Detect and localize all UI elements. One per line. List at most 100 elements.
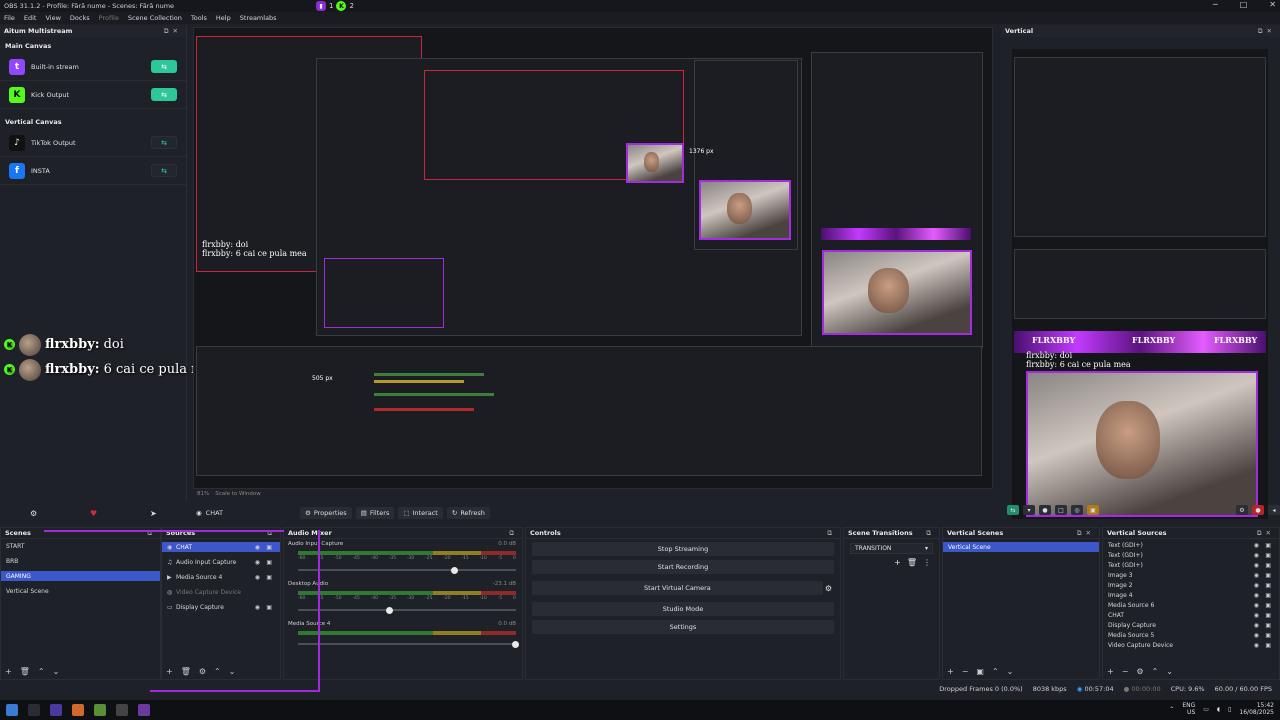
- stop-streaming-button[interactable]: Stop Streaming: [532, 542, 834, 556]
- volume-slider[interactable]: [298, 640, 519, 648]
- eye-icon[interactable]: ◉: [1254, 552, 1259, 559]
- vertical-source-item[interactable]: Text (GDI+) ◉ ▣: [1103, 540, 1279, 550]
- vertical-source-item[interactable]: Image 3 ◉ ▣: [1103, 570, 1279, 580]
- gear-icon[interactable]: ⚙: [1236, 505, 1248, 515]
- source-item-audio[interactable]: ♫ Audio Input Capture ◉ ▣: [162, 557, 280, 567]
- close-button[interactable]: ✕: [1269, 0, 1276, 9]
- dock-controls-icon[interactable]: ⧉✕: [1077, 529, 1095, 538]
- menu-streamlabs[interactable]: Streamlabs: [240, 14, 277, 22]
- chevron-up-icon[interactable]: ⌃: [214, 667, 221, 676]
- app-icon[interactable]: [138, 704, 150, 716]
- zoom-level[interactable]: 81%: [197, 491, 209, 497]
- vertical-source-item[interactable]: CHAT ◉ ▣: [1103, 610, 1279, 620]
- add-icon[interactable]: +: [1107, 667, 1114, 676]
- vertical-preview-canvas[interactable]: FLRXBBY FLRXBBY FLRXBBY flrxbby: doi flr…: [1012, 49, 1268, 519]
- menu-docks[interactable]: Docks: [70, 14, 90, 22]
- lock-icon[interactable]: ▣: [1265, 562, 1271, 569]
- volume-slider[interactable]: [298, 606, 516, 614]
- lock-icon[interactable]: ▣: [1265, 612, 1271, 619]
- vertical-source-item[interactable]: Text (GDI+) ◉ ▣: [1103, 560, 1279, 570]
- replay-icon[interactable]: □: [1055, 505, 1067, 515]
- vertical-source-item[interactable]: Text (GDI+) ◉ ▣: [1103, 550, 1279, 560]
- lock-icon[interactable]: ▣: [266, 559, 272, 566]
- volume-knob[interactable]: [450, 566, 458, 574]
- maximize-button[interactable]: □: [1240, 0, 1248, 9]
- add-icon[interactable]: +: [947, 667, 954, 676]
- output-toggle-button[interactable]: ⇆: [151, 60, 177, 73]
- volume-knob[interactable]: [512, 640, 519, 648]
- battery-icon[interactable]: ▯: [1228, 706, 1231, 713]
- eye-icon[interactable]: ◉: [1254, 572, 1259, 579]
- lock-icon[interactable]: ▣: [1265, 582, 1271, 589]
- add-icon[interactable]: +: [894, 558, 901, 567]
- dock-controls-icon[interactable]: ⧉✕: [1257, 529, 1275, 538]
- vertical-source-item[interactable]: Media Source 6 ◉ ▣: [1103, 600, 1279, 610]
- eye-icon[interactable]: ◉: [1254, 582, 1259, 589]
- vertical-scene-item[interactable]: Vertical Scene: [943, 542, 1099, 552]
- studio-icon[interactable]: ▣: [1087, 505, 1099, 515]
- main-preview-canvas[interactable]: 1376 px 505 px flrxbby: doi flrxbby: 6 c…: [193, 27, 993, 489]
- gear-icon[interactable]: ⚙: [1136, 667, 1143, 676]
- source-item-camera[interactable]: ◎ Video Capture Device: [162, 587, 280, 597]
- menu-tools[interactable]: Tools: [191, 14, 207, 22]
- menu-edit[interactable]: Edit: [24, 14, 37, 22]
- trash-icon[interactable]: 🗑: [907, 558, 917, 567]
- interact-button[interactable]: ⬚ Interact: [398, 507, 443, 519]
- app-icon[interactable]: [50, 704, 62, 716]
- search-icon[interactable]: [28, 704, 40, 716]
- gear-icon[interactable]: ⚙: [199, 667, 206, 676]
- menu-help[interactable]: Help: [216, 14, 231, 22]
- dock-controls-icon[interactable]: ⧉: [509, 529, 518, 538]
- chevron-down-icon[interactable]: ⌄: [53, 667, 60, 676]
- properties-button[interactable]: ⚙ Properties: [300, 507, 352, 519]
- network-icon[interactable]: ▭: [1203, 706, 1209, 713]
- vertical-stream-button[interactable]: ⇆: [1007, 505, 1019, 515]
- dock-controls-icon[interactable]: ⧉✕: [164, 27, 182, 36]
- lock-icon[interactable]: ▣: [266, 544, 272, 551]
- more-icon[interactable]: ⋮: [923, 558, 931, 567]
- add-icon[interactable]: +: [166, 667, 173, 676]
- gear-icon[interactable]: ⚙: [825, 584, 832, 593]
- vertical-source-item[interactable]: Image 4 ◉ ▣: [1103, 590, 1279, 600]
- speaker-icon[interactable]: ◖: [1217, 706, 1220, 713]
- source-item-display[interactable]: ▭ Display Capture ◉ ▣: [162, 602, 280, 612]
- scene-item-gaming[interactable]: GAMING: [1, 571, 160, 581]
- vertical-record-button[interactable]: ●: [1252, 505, 1264, 515]
- record-icon[interactable]: ●: [1039, 505, 1051, 515]
- settings-button[interactable]: Settings: [532, 620, 834, 634]
- menu-view[interactable]: View: [45, 14, 60, 22]
- scene-item-brb[interactable]: BRB: [1, 556, 160, 566]
- eye-icon[interactable]: ◉: [1254, 542, 1259, 549]
- dock-controls-icon[interactable]: ⧉: [827, 529, 836, 538]
- gear-icon[interactable]: ⚙: [30, 509, 37, 518]
- vertical-source-item[interactable]: Image 2 ◉ ▣: [1103, 580, 1279, 590]
- dock-controls-icon[interactable]: ⧉✕: [1258, 27, 1276, 36]
- filters-button[interactable]: ▤ Filters: [355, 507, 395, 519]
- menu-profile[interactable]: Profile: [99, 14, 119, 22]
- lock-icon[interactable]: ▣: [1265, 622, 1271, 629]
- lock-icon[interactable]: ▣: [1265, 572, 1271, 579]
- vertical-source-item[interactable]: Media Source 5 ◉ ▣: [1103, 630, 1279, 640]
- trash-icon[interactable]: 🗑: [181, 667, 191, 676]
- start-virtual-camera-button[interactable]: Start Virtual Camera: [532, 581, 823, 595]
- volume-slider[interactable]: [298, 566, 516, 574]
- eye-icon[interactable]: ◉: [1254, 612, 1259, 619]
- eye-icon[interactable]: ◉: [1254, 562, 1259, 569]
- eye-icon[interactable]: ◉: [255, 544, 260, 551]
- chevron-down-icon[interactable]: ⌄: [229, 667, 236, 676]
- remove-icon[interactable]: −: [1122, 667, 1129, 676]
- source-item-chat[interactable]: ◉ CHAT ◉ ▣: [162, 542, 280, 552]
- split-icon[interactable]: ◂: [1268, 505, 1280, 515]
- input-language[interactable]: ENG US: [1182, 702, 1195, 716]
- menu-scene-collection[interactable]: Scene Collection: [128, 14, 182, 22]
- transition-select[interactable]: TRANSITION ▾: [850, 543, 933, 554]
- scale-mode[interactable]: Scale to Window: [215, 491, 261, 497]
- eye-icon[interactable]: ◉: [255, 574, 260, 581]
- output-toggle-button[interactable]: ⇆: [151, 136, 177, 149]
- vertical-source-item[interactable]: Display Capture ◉ ▣: [1103, 620, 1279, 630]
- filter-icon[interactable]: ▣: [976, 667, 984, 676]
- lock-icon[interactable]: ▣: [1265, 602, 1271, 609]
- lock-icon[interactable]: ▣: [1265, 552, 1271, 559]
- add-icon[interactable]: +: [5, 667, 12, 676]
- clock[interactable]: 15:42 16/08/2025: [1239, 702, 1274, 716]
